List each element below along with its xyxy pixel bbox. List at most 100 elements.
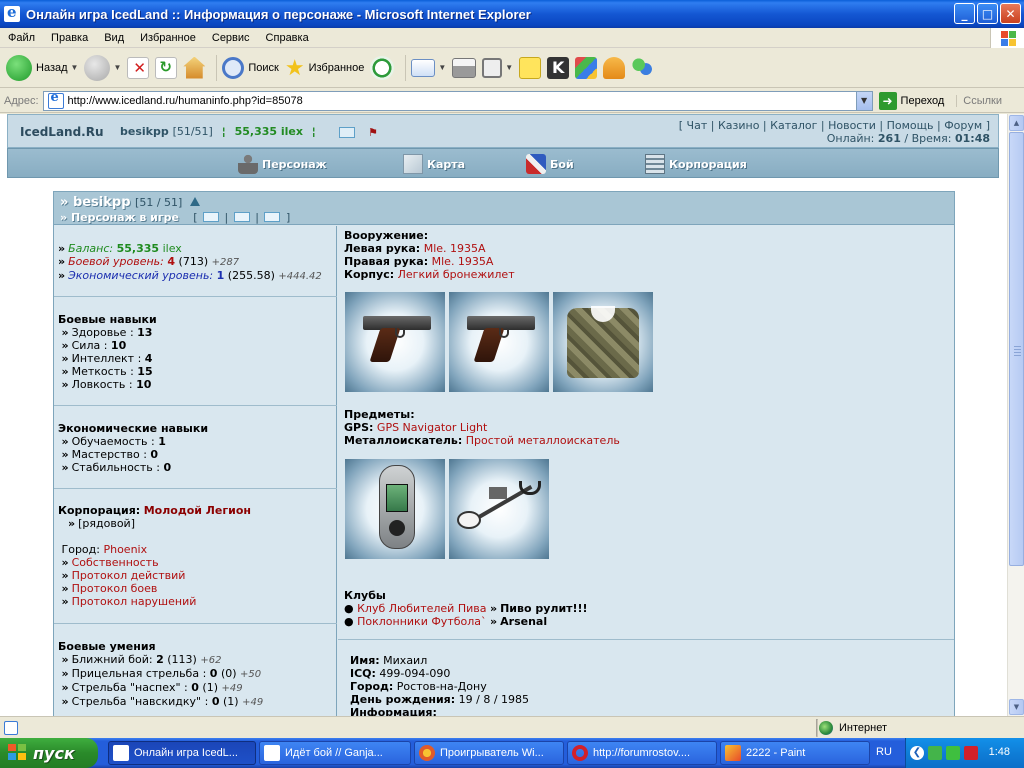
site-nav: Персонаж Карта Бой Корпорация	[7, 148, 999, 178]
menu-help[interactable]: Справка	[258, 32, 317, 44]
city-link[interactable]: Phoenix	[103, 543, 147, 556]
scroll-down-button[interactable]: ▼	[1009, 699, 1024, 715]
property-link[interactable]: Собственность	[72, 556, 159, 569]
edit-button[interactable]: ▼	[482, 57, 513, 78]
history-button[interactable]	[370, 55, 395, 80]
go-arrow-icon: ➜	[878, 91, 897, 110]
link-casino[interactable]: Казино	[718, 119, 759, 132]
violations-log-link[interactable]: Протокол нарушений	[72, 595, 197, 608]
site-logo[interactable]: IcedLand.Ru	[20, 125, 104, 139]
back-button[interactable]: Назад ▼	[6, 54, 79, 81]
link-forum[interactable]: Форум	[944, 119, 982, 132]
detector-item[interactable]: Простой металлоискатель	[466, 434, 620, 447]
vest-image[interactable]	[553, 292, 653, 392]
skill-row: » Здоровье : 13	[61, 326, 153, 339]
opera-icon	[572, 745, 588, 761]
menu-file[interactable]: Файл	[0, 32, 43, 44]
mail-button[interactable]: ▼	[411, 58, 446, 77]
pistol-image[interactable]	[449, 292, 549, 392]
gps-image[interactable]	[345, 459, 445, 559]
minimize-button[interactable]: _	[954, 3, 975, 24]
actions-log-link[interactable]: Протокол действий	[72, 569, 186, 582]
menu-favorites[interactable]: Избранное	[132, 32, 204, 44]
mail-icon[interactable]	[203, 212, 220, 222]
home-button[interactable]	[183, 56, 206, 79]
right-hand-item[interactable]: Mle. 1935A	[432, 255, 494, 268]
money-transfer-icon[interactable]	[233, 212, 250, 222]
skill-row: » Стабильность : 0	[61, 461, 172, 474]
mail-icon[interactable]	[339, 127, 355, 138]
battles-log-link[interactable]: Протокол боев	[72, 582, 158, 595]
stop-button[interactable]: ✕	[127, 56, 150, 79]
task-paint[interactable]: 2222 - Paint	[720, 741, 870, 765]
windows-flag-icon	[990, 28, 1024, 48]
task-media-player[interactable]: Проигрыватель Wi...	[414, 741, 564, 765]
menu-view[interactable]: Вид	[96, 32, 132, 44]
toolbar: Назад ▼ ▼ ✕ ↻ Поиск ★ Избранное ▼ ▼ K	[0, 48, 1024, 88]
link-news[interactable]: Новости	[828, 119, 876, 132]
title-bar[interactable]: Онлайн игра IcedLand :: Информация о пер…	[0, 0, 1024, 28]
mail-icon	[411, 58, 436, 77]
ability-row: » Стрельба "навскидку" : 0 (1) +49	[61, 695, 264, 708]
flag-icon[interactable]: ⚑	[368, 126, 382, 140]
network-icon[interactable]	[928, 746, 942, 760]
shield-icon[interactable]	[946, 746, 960, 760]
k-icon[interactable]	[964, 746, 978, 760]
task-ie-battle[interactable]: Идёт бой // Ganja...	[259, 741, 411, 765]
window-icon[interactable]	[264, 212, 281, 222]
metal-detector-image[interactable]	[449, 459, 549, 559]
corp-link[interactable]: Молодой Легион	[144, 504, 251, 517]
skill-row: » Мастерство : 0	[61, 448, 159, 461]
club-link[interactable]: Поклонники Футбола`	[357, 615, 486, 628]
go-button[interactable]: ➜ Переход	[878, 91, 944, 110]
clubs-title: Клубы	[344, 589, 386, 602]
messenger-button[interactable]	[575, 56, 598, 79]
address-bar: Адрес: http://www.icedland.ru/humaninfo.…	[0, 89, 1024, 113]
task-opera-forum[interactable]: http://forumrostov....	[567, 741, 717, 765]
task-ie-icedland[interactable]: Онлайн игра IcedL...	[108, 741, 256, 765]
nav-character[interactable]: Персонаж	[238, 154, 327, 174]
nav-battle[interactable]: Бой	[526, 154, 574, 174]
online-status: Онлайн: 261 / Время: 01:48	[826, 132, 990, 145]
close-button[interactable]: ✕	[1000, 3, 1021, 24]
nav-map[interactable]: Карта	[403, 154, 465, 174]
nav-corporation[interactable]: Корпорация	[645, 154, 747, 174]
header-username[interactable]: besikpp	[120, 125, 169, 138]
menu-edit[interactable]: Правка	[43, 32, 96, 44]
tray-expand-icon[interactable]: ❮	[910, 746, 924, 760]
note-button[interactable]	[519, 56, 542, 79]
download-button[interactable]	[603, 56, 626, 79]
left-hand-item[interactable]: Mle. 1935A	[424, 242, 486, 255]
chevron-down-icon[interactable]: ▼	[71, 63, 79, 72]
header-level: [51/51]	[172, 125, 213, 138]
print-button[interactable]	[452, 57, 477, 78]
triangle-up-icon[interactable]	[189, 197, 200, 206]
language-indicator[interactable]: RU	[876, 746, 892, 758]
pistol-image[interactable]	[345, 292, 445, 392]
start-button[interactable]: пуск	[0, 738, 98, 768]
chevron-down-icon[interactable]: ▼	[855, 91, 872, 110]
chevron-down-icon[interactable]: ▼	[438, 63, 446, 72]
contacts-button[interactable]	[631, 56, 654, 79]
search-button[interactable]: Поиск	[222, 56, 279, 79]
link-chat[interactable]: Чат	[687, 119, 708, 132]
menu-tools[interactable]: Сервис	[204, 32, 258, 44]
scroll-up-button[interactable]: ▲	[1009, 115, 1024, 131]
scroll-thumb[interactable]	[1009, 132, 1024, 566]
forward-button[interactable]: ▼	[84, 54, 121, 81]
favorites-button[interactable]: ★ Избранное	[285, 56, 364, 79]
k-button[interactable]: K	[547, 56, 570, 79]
club-link[interactable]: Клуб Любителей Пива	[357, 602, 486, 615]
link-help[interactable]: Помощь	[887, 119, 934, 132]
maximize-button[interactable]: □	[977, 3, 998, 24]
links-toolbar[interactable]: Ссылки	[956, 94, 1002, 107]
vertical-scrollbar[interactable]: ▲ ▼	[1007, 114, 1024, 716]
info-row: День рождения: 19 / 8 / 1985	[350, 693, 530, 706]
address-input[interactable]: http://www.icedland.ru/humaninfo.php?id=…	[42, 90, 873, 111]
body-item[interactable]: Легкий бронежилет	[398, 268, 515, 281]
gps-item[interactable]: GPS Navigator Light	[377, 421, 487, 434]
chevron-down-icon[interactable]: ▼	[505, 63, 513, 72]
chevron-down-icon[interactable]: ▼	[113, 63, 121, 72]
refresh-button[interactable]: ↻	[155, 56, 178, 79]
link-catalog[interactable]: Каталог	[770, 119, 817, 132]
